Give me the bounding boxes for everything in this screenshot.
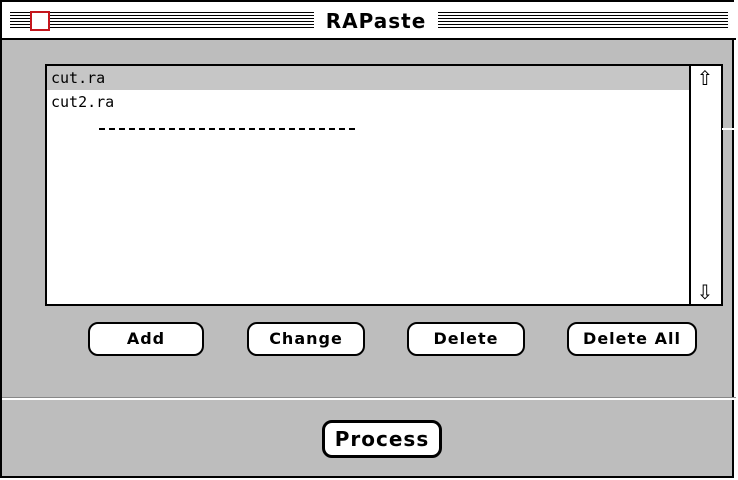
- scroll-down-arrow-icon[interactable]: ⇩: [693, 280, 717, 304]
- window-title: RAPaste: [320, 7, 432, 35]
- list-item[interactable]: cut2.ra: [47, 90, 691, 114]
- add-button[interactable]: Add: [88, 322, 204, 356]
- title-bar[interactable]: RAPaste: [2, 2, 736, 40]
- change-button[interactable]: Change: [247, 322, 365, 356]
- vertical-scrollbar[interactable]: ⇧ ⇩: [689, 66, 721, 304]
- list-item[interactable]: cut.ra: [47, 66, 691, 90]
- edge-tick: [722, 128, 736, 130]
- file-list[interactable]: cut.ra cut2.ra: [47, 66, 691, 304]
- delete-button[interactable]: Delete: [407, 322, 525, 356]
- render-artifact-line: [99, 128, 359, 130]
- title-bar-stripes-right: [438, 12, 728, 30]
- section-divider: [2, 397, 736, 400]
- rapaste-window: RAPaste cut.ra cut2.ra ⇧ ⇩ Add Change De…: [0, 0, 736, 478]
- process-button[interactable]: Process: [322, 420, 442, 458]
- title-bar-stripes-left: [10, 12, 314, 30]
- file-list-box: cut.ra cut2.ra ⇧ ⇩: [45, 64, 723, 306]
- delete-all-button[interactable]: Delete All: [567, 322, 697, 356]
- close-box-icon[interactable]: [30, 11, 50, 31]
- scroll-up-arrow-icon[interactable]: ⇧: [693, 66, 717, 90]
